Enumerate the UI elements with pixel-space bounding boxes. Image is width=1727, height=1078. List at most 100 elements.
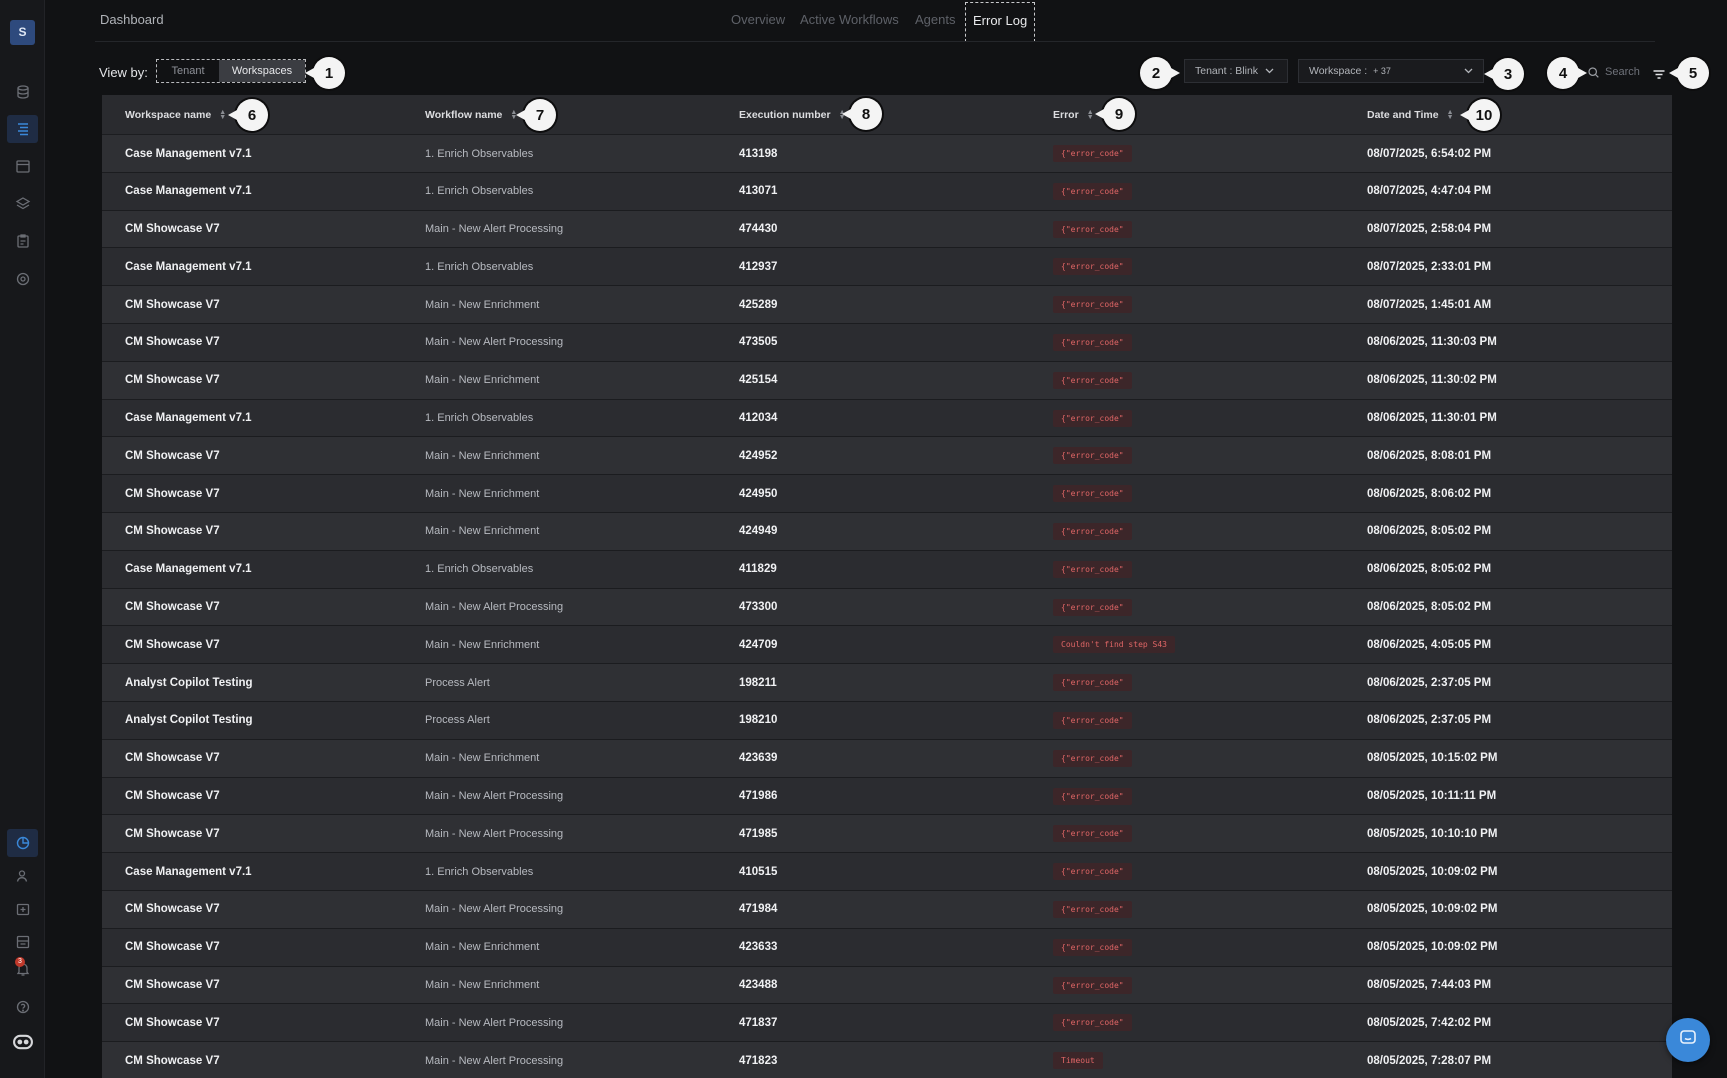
- table-row[interactable]: CM Showcase V7 Main - New Enrichment 42495…: [102, 475, 1672, 513]
- execution-number-cell[interactable]: 412937: [739, 248, 777, 285]
- table-row[interactable]: Case Management v7.1 1. Enrich Observable…: [102, 172, 1672, 211]
- execution-number-cell[interactable]: 424949: [739, 513, 777, 550]
- table-row[interactable]: CM Showcase V7 Main - New Enrichment 42363…: [102, 928, 1672, 967]
- execution-number-cell[interactable]: 471984: [739, 891, 777, 928]
- execution-number-cell[interactable]: 410515: [739, 853, 777, 890]
- table-row[interactable]: CM Showcase V7 Main - New Alert Processin…: [102, 777, 1672, 816]
- filter-icon[interactable]: [1653, 66, 1665, 84]
- error-badge[interactable]: {"error_code": [1053, 182, 1132, 200]
- execution-number-cell[interactable]: 424709: [739, 626, 777, 663]
- execution-number-cell[interactable]: 423488: [739, 967, 777, 1004]
- column-header-workspace[interactable]: Workspace name ▲ ▼: [125, 95, 226, 135]
- error-badge[interactable]: {"error_code": [1053, 674, 1132, 692]
- table-row[interactable]: CM Showcase V7 Main - New Alert Processin…: [102, 890, 1672, 929]
- execution-number-cell[interactable]: 413198: [739, 135, 777, 172]
- error-badge[interactable]: {"error_code": [1053, 900, 1132, 918]
- users-icon[interactable]: [7, 862, 38, 890]
- execution-number-cell[interactable]: 474430: [739, 211, 777, 248]
- table-row[interactable]: CM Showcase V7 Main - New Enrichment 42495…: [102, 437, 1672, 476]
- workspace-dropdown[interactable]: Workspace : + 37: [1298, 59, 1484, 83]
- execution-number-cell[interactable]: 471986: [739, 778, 777, 815]
- workflows-icon[interactable]: [7, 115, 38, 143]
- notifications-icon[interactable]: 3: [7, 955, 38, 983]
- execution-number-cell[interactable]: 471837: [739, 1004, 777, 1041]
- execution-number-cell[interactable]: 424950: [739, 475, 777, 512]
- error-badge[interactable]: {"error_code": [1053, 371, 1132, 389]
- execution-number-cell[interactable]: 424952: [739, 437, 777, 474]
- sort-icon[interactable]: ▲▼: [1087, 109, 1094, 121]
- table-row[interactable]: CM Showcase V7 Main - New Alert Processin…: [102, 210, 1672, 249]
- calendar-icon[interactable]: [7, 152, 38, 180]
- table-row[interactable]: Analyst Copilot Testing Process Alert 1982…: [102, 664, 1672, 702]
- sort-icon[interactable]: ▲▼: [1447, 109, 1454, 121]
- table-row[interactable]: Case Management v7.1 1. Enrich Observable…: [102, 399, 1672, 438]
- archive-icon[interactable]: [7, 928, 38, 956]
- execution-number-cell[interactable]: 198211: [739, 664, 777, 701]
- table-row[interactable]: CM Showcase V7 Main - New Enrichment 42528…: [102, 286, 1672, 324]
- error-badge[interactable]: {"error_code": [1053, 296, 1132, 314]
- table-row[interactable]: CM Showcase V7 Main - New Alert Processin…: [102, 588, 1672, 627]
- error-badge[interactable]: {"error_code": [1053, 976, 1132, 994]
- error-badge[interactable]: {"error_code": [1053, 1014, 1132, 1032]
- table-row[interactable]: Analyst Copilot Testing Process Alert 1982…: [102, 701, 1672, 740]
- sort-icon[interactable]: ▲▼: [219, 109, 226, 121]
- execution-number-cell[interactable]: 198210: [739, 702, 777, 739]
- tab-overview[interactable]: Overview: [731, 12, 785, 27]
- column-header-error[interactable]: Error ▲ ▼: [1053, 95, 1094, 135]
- chat-support-button[interactable]: [1666, 1018, 1710, 1062]
- clipboard-icon[interactable]: [7, 227, 38, 255]
- view-by-workspaces-button[interactable]: Workspaces: [219, 60, 305, 82]
- error-badge[interactable]: {"error_code": [1053, 749, 1132, 767]
- tenant-dropdown[interactable]: Tenant : Blink: [1184, 59, 1288, 83]
- column-header-execution[interactable]: Execution number ▲▼: [739, 95, 846, 135]
- tab-agents[interactable]: Agents: [915, 12, 955, 27]
- table-row[interactable]: CM Showcase V7 Main - New Alert Processin…: [102, 323, 1672, 362]
- error-badge[interactable]: {"error_code": [1053, 787, 1132, 805]
- copilot-icon[interactable]: [7, 1028, 38, 1056]
- column-header-workflow[interactable]: Workflow name ▲ ▼: [425, 95, 517, 135]
- error-badge[interactable]: {"error_code": [1053, 220, 1132, 238]
- execution-number-cell[interactable]: 473505: [739, 324, 777, 361]
- execution-number-cell[interactable]: 413071: [739, 173, 777, 210]
- table-row[interactable]: CM Showcase V7 Main - New Enrichment 42348…: [102, 966, 1672, 1005]
- execution-number-cell[interactable]: 471985: [739, 815, 777, 852]
- table-row[interactable]: CM Showcase V7 Main - New Alert Processin…: [102, 1004, 1672, 1043]
- layers-icon[interactable]: [7, 190, 38, 218]
- help-icon[interactable]: [7, 993, 38, 1021]
- table-row[interactable]: Case Management v7.1 1. Enrich Observable…: [102, 550, 1672, 589]
- error-badge[interactable]: {"error_code": [1053, 485, 1132, 503]
- column-header-datetime[interactable]: Date and Time ▲ ▼: [1367, 95, 1454, 135]
- table-row[interactable]: CM Showcase V7 Main - New Alert Processin…: [102, 815, 1672, 854]
- error-badge[interactable]: Couldn't find step S43: [1053, 636, 1175, 654]
- error-badge[interactable]: {"error_code": [1053, 863, 1132, 881]
- target-icon[interactable]: [7, 265, 38, 293]
- workspace-logo[interactable]: S: [10, 20, 35, 45]
- table-row[interactable]: Case Management v7.1 1. Enrich Observable…: [102, 248, 1672, 287]
- table-row[interactable]: Case Management v7.1 1. Enrich Observable…: [102, 853, 1672, 891]
- table-row[interactable]: CM Showcase V7 Main - New Enrichment 42494…: [102, 512, 1672, 551]
- error-badge[interactable]: {"error_code": [1053, 711, 1132, 729]
- execution-number-cell[interactable]: 425289: [739, 286, 777, 323]
- execution-number-cell[interactable]: 411829: [739, 551, 777, 588]
- execution-number-cell[interactable]: 412034: [739, 400, 777, 437]
- database-icon[interactable]: [7, 78, 38, 106]
- error-badge[interactable]: {"error_code": [1053, 560, 1132, 578]
- table-row[interactable]: CM Showcase V7 Main - New Enrichment 42515…: [102, 361, 1672, 400]
- table-row[interactable]: CM Showcase V7 Main - New Enrichment 42470…: [102, 626, 1672, 665]
- execution-number-cell[interactable]: 471823: [739, 1042, 777, 1078]
- view-by-tenant-button[interactable]: Tenant: [157, 60, 219, 82]
- error-badge[interactable]: {"error_code": [1053, 258, 1132, 276]
- execution-number-cell[interactable]: 473300: [739, 589, 777, 626]
- execution-number-cell[interactable]: 423633: [739, 929, 777, 966]
- execution-number-cell[interactable]: 423639: [739, 740, 777, 777]
- add-case-icon[interactable]: [7, 895, 38, 923]
- error-badge[interactable]: {"error_code": [1053, 522, 1132, 540]
- tab-error-log[interactable]: Error Log: [965, 2, 1036, 42]
- error-badge[interactable]: {"error_code": [1053, 447, 1132, 465]
- error-badge[interactable]: {"error_code": [1053, 938, 1132, 956]
- table-row[interactable]: CM Showcase V7 Main - New Enrichment 42363…: [102, 739, 1672, 778]
- dashboard-icon[interactable]: [7, 829, 38, 857]
- error-badge[interactable]: {"error_code": [1053, 333, 1132, 351]
- error-badge[interactable]: {"error_code": [1053, 598, 1132, 616]
- tab-active-workflows[interactable]: Active Workflows: [800, 12, 899, 27]
